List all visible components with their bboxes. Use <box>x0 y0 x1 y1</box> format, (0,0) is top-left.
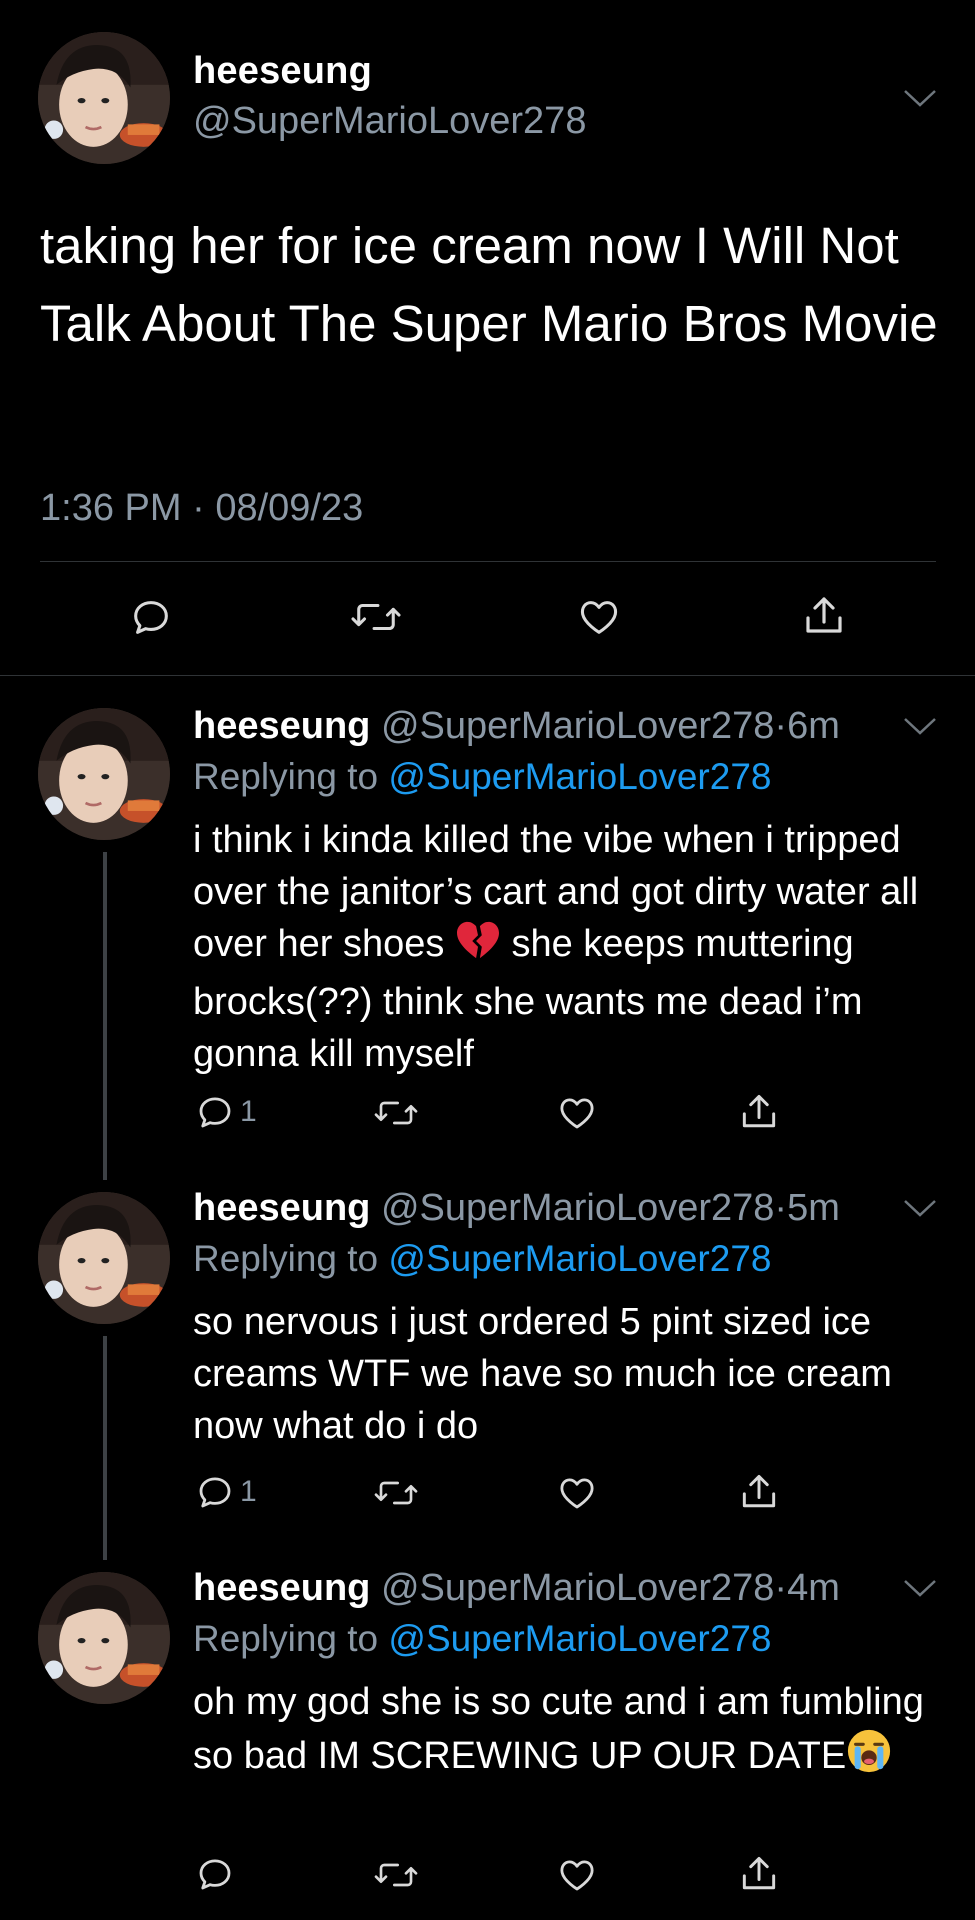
mention-link[interactable]: @SuperMarioLover278 <box>388 1238 771 1279</box>
retweet-button[interactable] <box>372 1473 420 1513</box>
heart-icon <box>560 1478 594 1509</box>
tweet-text: taking her for ice cream now I Will Not … <box>40 217 938 352</box>
broken-heart-icon <box>455 920 501 976</box>
retweet-icon <box>374 1863 418 1887</box>
author-handle[interactable]: @SuperMarioLover278 <box>193 100 586 143</box>
share-button[interactable] <box>737 1470 781 1514</box>
reply-header: heeseung @SuperMarioLover278·6m <box>193 705 840 748</box>
reply-header: heeseung @SuperMarioLover278·4m <box>193 1567 840 1610</box>
reply-count: 1 <box>240 1475 257 1508</box>
reply-count: 1 <box>240 1095 257 1128</box>
divider <box>40 561 936 562</box>
mention-link[interactable]: @SuperMarioLover278 <box>388 1618 771 1659</box>
author-handle[interactable]: @SuperMarioLover278 <box>381 1567 774 1609</box>
section-divider <box>0 675 975 676</box>
reply-icon <box>199 1097 231 1128</box>
chevron-down-icon[interactable] <box>903 1578 937 1598</box>
reply-text: i think i kinda killed the vibe when i t… <box>193 814 933 1080</box>
share-button[interactable] <box>737 1852 781 1896</box>
reply-button[interactable] <box>128 594 174 640</box>
reply-text: oh my god she is so cute and i am fumbli… <box>193 1676 933 1788</box>
reply-button[interactable]: 1 <box>194 1091 257 1133</box>
chevron-down-icon[interactable] <box>903 716 937 736</box>
share-icon <box>742 1856 776 1890</box>
avatar[interactable] <box>38 1192 170 1324</box>
heart-icon <box>580 601 618 634</box>
like-button[interactable] <box>555 1092 599 1134</box>
tweet-date: 08/09/23 <box>215 487 364 529</box>
loudly-crying-face-icon <box>846 1728 892 1788</box>
retweet-icon <box>374 1101 418 1125</box>
reply-time[interactable]: 5m <box>787 1187 840 1229</box>
thread-line <box>103 852 107 1180</box>
share-icon <box>742 1094 776 1128</box>
separator-dot: · <box>774 1187 788 1229</box>
reply-text-part: oh my god she is so cute and i am fumbli… <box>193 1681 924 1777</box>
reply-button[interactable] <box>194 1853 240 1895</box>
mention-link[interactable]: @SuperMarioLover278 <box>388 756 771 797</box>
replying-to: Replying to @SuperMarioLover278 <box>193 756 772 798</box>
author-handle[interactable]: @SuperMarioLover278 <box>381 705 774 747</box>
chevron-down-icon[interactable] <box>903 88 937 108</box>
separator-dot: · <box>192 487 205 529</box>
reply-time[interactable]: 4m <box>787 1567 840 1609</box>
tweet-timestamp[interactable]: 1:36 PM · 08/09/23 <box>40 487 363 530</box>
share-button[interactable] <box>737 1090 781 1134</box>
reply-icon <box>199 1859 231 1890</box>
reply-text: so nervous i just ordered 5 pint sized i… <box>193 1301 892 1447</box>
chevron-down-icon[interactable] <box>903 1198 937 1218</box>
retweet-icon <box>374 1481 418 1505</box>
thread-line <box>103 1336 107 1560</box>
separator-dot: · <box>774 1567 788 1609</box>
replying-label: Replying to <box>193 1238 379 1279</box>
tweet-time: 1:36 PM <box>40 487 182 529</box>
replying-label: Replying to <box>193 1618 379 1659</box>
reply-time[interactable]: 6m <box>787 705 840 747</box>
author-name[interactable]: heeseung <box>193 705 370 747</box>
retweet-button[interactable] <box>372 1855 420 1895</box>
like-button[interactable] <box>555 1472 599 1514</box>
reply-icon <box>199 1477 231 1508</box>
reply-icon <box>134 601 168 634</box>
replying-to: Replying to @SuperMarioLover278 <box>193 1238 772 1280</box>
replying-to: Replying to @SuperMarioLover278 <box>193 1618 772 1660</box>
heart-icon <box>560 1098 594 1129</box>
like-button[interactable] <box>555 1854 599 1896</box>
author-name[interactable]: heeseung <box>193 50 372 93</box>
reply-header: heeseung @SuperMarioLover278·5m <box>193 1187 840 1230</box>
avatar[interactable] <box>38 32 170 164</box>
share-icon <box>806 597 842 633</box>
avatar[interactable] <box>38 708 170 840</box>
reply-button[interactable]: 1 <box>194 1471 257 1513</box>
author-handle[interactable]: @SuperMarioLover278 <box>381 1187 774 1229</box>
author-name[interactable]: heeseung <box>193 1187 370 1229</box>
avatar[interactable] <box>38 1572 170 1704</box>
author-name[interactable]: heeseung <box>193 1567 370 1609</box>
share-button[interactable] <box>800 592 848 640</box>
retweet-button[interactable] <box>350 594 402 640</box>
like-button[interactable] <box>575 594 623 640</box>
replying-label: Replying to <box>193 756 379 797</box>
retweet-icon <box>351 603 401 631</box>
separator-dot: · <box>774 705 788 747</box>
share-icon <box>742 1474 776 1508</box>
retweet-button[interactable] <box>372 1093 420 1133</box>
heart-icon <box>560 1860 594 1891</box>
